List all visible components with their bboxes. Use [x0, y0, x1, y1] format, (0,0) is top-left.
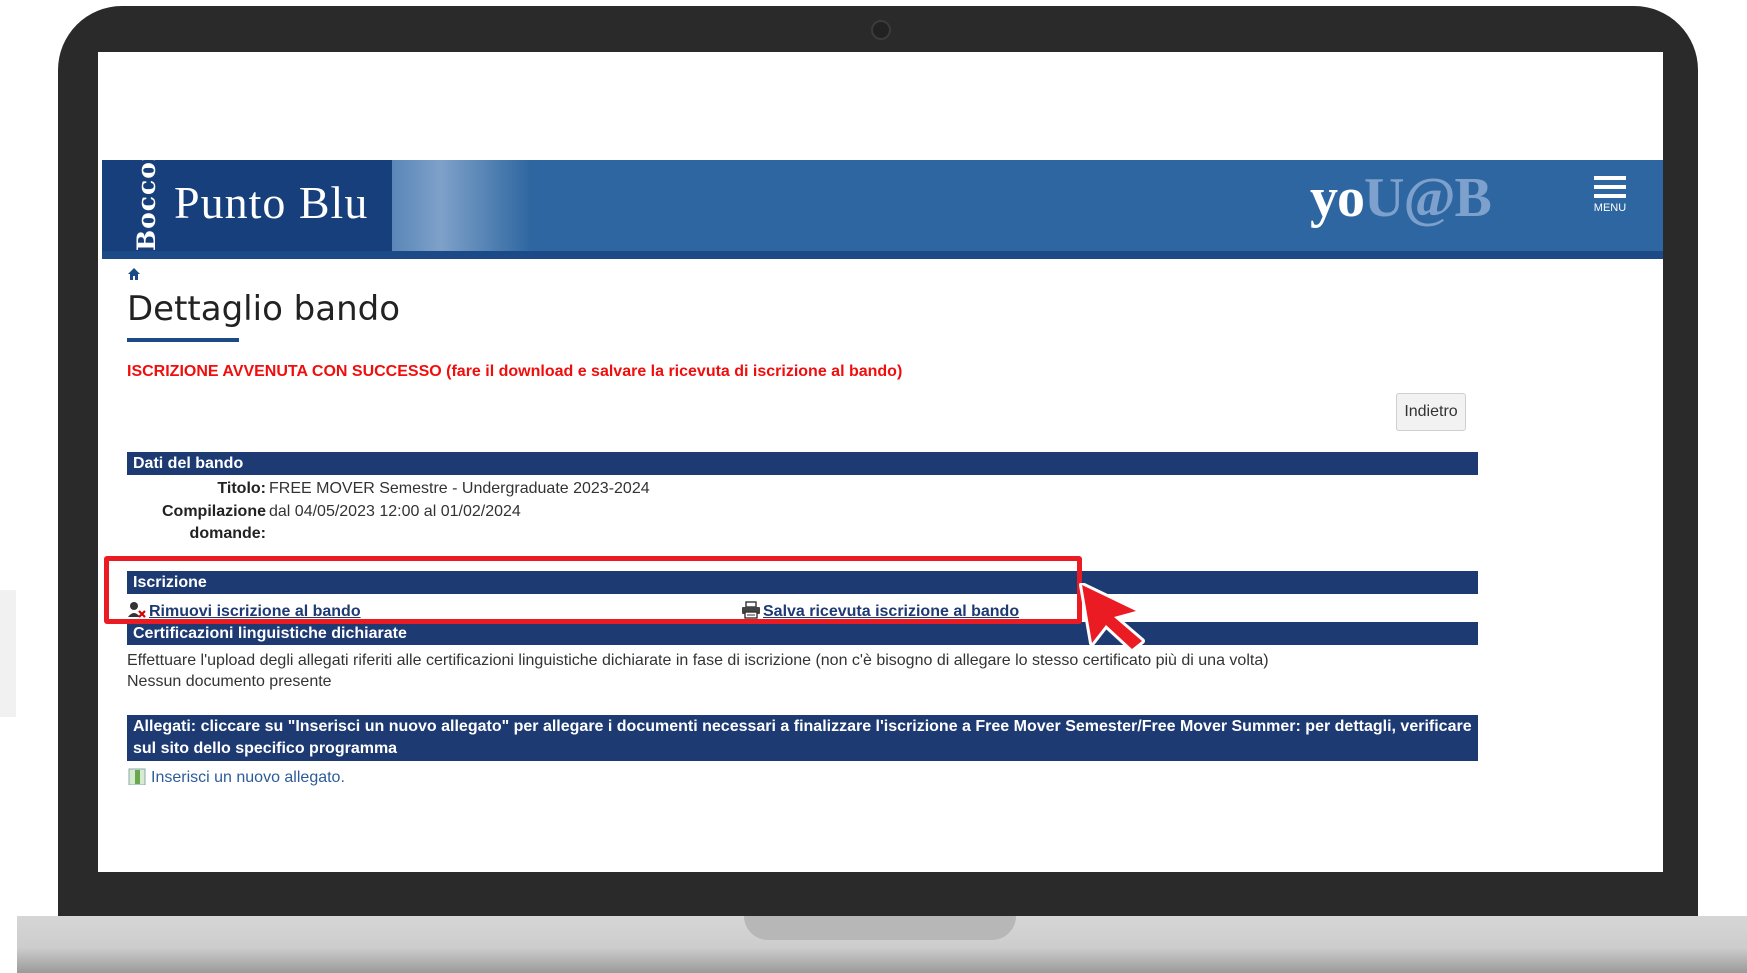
- home-icon[interactable]: [127, 267, 141, 281]
- logo-decoration: [392, 160, 532, 251]
- insert-attachment-link[interactable]: Inserisci un nuovo allegato.: [127, 767, 345, 787]
- section-certificazioni: Certificazioni linguistiche dichiarate: [127, 622, 1478, 645]
- logo-title: Punto Blu: [174, 177, 369, 228]
- brand-part-a: yo: [1310, 167, 1365, 229]
- document-add-icon: [128, 768, 146, 785]
- certificazioni-description: Effettuare l'upload degli allegati rifer…: [127, 652, 1269, 669]
- laptop-screen: Bocconi Punto Blu yoU@B MENU Dettaglio b…: [98, 52, 1663, 872]
- punto-blu-logo[interactable]: Bocconi Punto Blu: [102, 131, 392, 251]
- brand-part-b: U@B: [1364, 167, 1492, 229]
- section-dati-bando: Dati del bando: [127, 452, 1478, 475]
- no-documents-text: Nessun documento presente: [127, 673, 332, 690]
- compilazione-label: Compilazione: [161, 503, 266, 520]
- field-compilazione-line2: domande:: [127, 525, 266, 543]
- back-button[interactable]: Indietro: [1396, 393, 1466, 431]
- highlight-box: [104, 556, 1082, 624]
- titolo-label: Titolo:: [217, 480, 266, 497]
- laptop-base-notch: [744, 916, 1016, 940]
- section-allegati: Allegati: cliccare su "Inserisci un nuov…: [127, 715, 1478, 761]
- background-panel-edge: [0, 590, 16, 717]
- field-compilazione: Compilazione dal 04/05/2023 12:00 al 01/0…: [127, 503, 521, 521]
- menu-button[interactable]: MENU: [1588, 174, 1632, 224]
- hamburger-menu-icon: [1594, 176, 1626, 198]
- success-message: ISCRIZIONE AVVENUTA CON SUCCESSO (fare i…: [127, 363, 903, 380]
- page-title: Dettaglio bando: [127, 289, 401, 329]
- app-header: Bocconi Punto Blu yoU@B MENU: [102, 131, 1663, 259]
- bocconi-logo-text: Bocconi: [132, 131, 161, 251]
- field-titolo: Titolo: FREE MOVER Semestre - Undergradua…: [127, 480, 650, 498]
- titolo-value: FREE MOVER Semestre - Undergraduate 2023…: [269, 480, 650, 497]
- insert-attachment-label: Inserisci un nuovo allegato.: [151, 769, 345, 786]
- compilazione-value: dal 04/05/2023 12:00 al 01/02/2024: [269, 503, 521, 520]
- cursor-arrow-icon: [1079, 583, 1145, 651]
- compilazione-label-line2: domande:: [189, 525, 266, 542]
- laptop-camera: [871, 20, 891, 40]
- menu-label: MENU: [1593, 202, 1627, 214]
- youab-brand: yoU@B: [1310, 166, 1492, 230]
- title-underline: [127, 338, 239, 342]
